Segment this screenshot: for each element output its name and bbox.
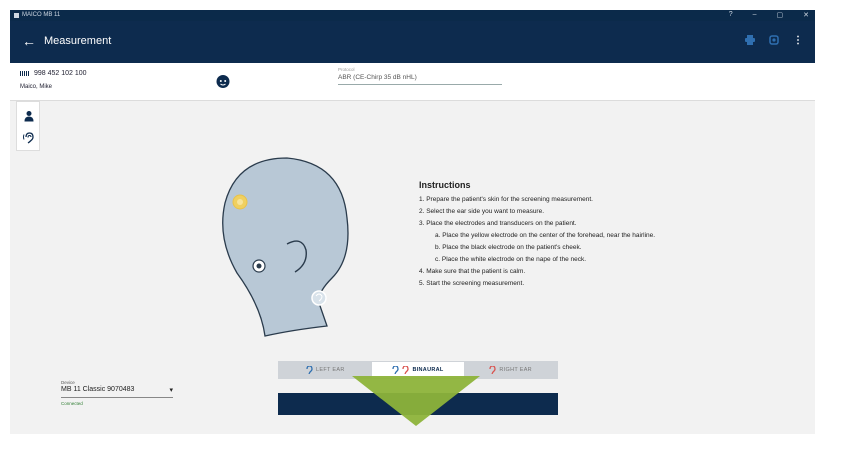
device-value: MB 11 Classic 9070483 [61,386,135,393]
left-ear-icon [306,366,313,374]
black-electrode-center [256,263,262,269]
app-title-text: MAICO MB 11 [22,12,61,18]
window-controls: ? – ▢ ✕ [729,11,809,19]
yellow-electrode-center [237,199,243,205]
app-window: MAICO MB 11 ? – ▢ ✕ ← Measurement ⋮ 998 … [10,10,815,434]
back-button[interactable]: ← [22,33,36,49]
app-bar: ← Measurement ⋮ [10,21,815,63]
instruction-subitem: c. Place the white electrode on the nape… [435,256,587,263]
minimize-button[interactable]: – [753,11,757,19]
page-title: Measurement [44,35,112,47]
export-icon[interactable] [769,35,779,48]
barcode-icon [20,71,29,76]
patient-name: Maico, Mike [20,84,53,90]
more-vert-icon[interactable]: ⋮ [793,35,803,48]
maximize-button[interactable]: ▢ [777,11,784,19]
ear-icon[interactable] [23,131,35,144]
dropdown-arrow-icon: ▾ [169,387,173,394]
device-selector: Device MB 11 Classic 9070483 ▾ Connected [61,380,173,406]
binaural-label: BINAURAL [412,367,444,373]
instruction-subitem: a. Place the yellow electrode on the cen… [435,232,656,239]
down-arrow-overlay-icon [352,376,480,426]
app-logo-icon [14,12,19,18]
instruction-subitem: b. Place the black electrode on the pati… [435,244,582,251]
instructions-panel: Instructions 1. Prepare the patient's sk… [419,180,749,292]
instruction-item: 1. Prepare the patient's skin for the sc… [419,196,593,203]
person-icon[interactable] [23,109,35,122]
protocol-field[interactable]: Protocol ABR (CE-Chirp 35 dB nHL) [338,67,502,85]
right-ear-icon [489,366,497,374]
white-electrode-icon [311,290,327,306]
patient-id: 998 452 102 100 [20,70,87,77]
device-dropdown[interactable]: MB 11 Classic 9070483 ▾ [61,385,173,398]
appbar-actions: ⋮ [745,35,803,48]
app-title: MAICO MB 11 [14,12,60,18]
instruction-item: 5. Start the screening measurement. [419,280,525,287]
baby-face-icon [215,73,231,94]
instructions-title: Instructions [419,180,471,190]
right-ear-label: RIGHT EAR [499,367,532,373]
instruction-item: 2. Select the ear side you want to measu… [419,208,545,215]
print-icon[interactable] [745,35,755,48]
device-status: Connected [61,401,83,406]
head-illustration [222,157,349,337]
instruction-item: 3. Place the electrodes and transducers … [419,220,577,227]
help-button[interactable]: ? [729,11,733,19]
head-outline [222,157,349,337]
right-ear-icon [402,366,410,374]
close-button[interactable]: ✕ [803,11,809,19]
side-toolbar [16,101,40,151]
patient-id-text: 998 452 102 100 [34,70,87,77]
window-titlebar: MAICO MB 11 ? – ▢ ✕ [10,10,815,21]
instruction-item: 4. Make sure that the patient is calm. [419,268,526,275]
patient-bar: 998 452 102 100 Maico, Mike Protocol ABR… [10,63,815,101]
left-ear-label: LEFT EAR [316,367,345,373]
left-ear-icon [392,366,400,374]
protocol-value: ABR (CE-Chirp 35 dB nHL) [338,74,417,81]
